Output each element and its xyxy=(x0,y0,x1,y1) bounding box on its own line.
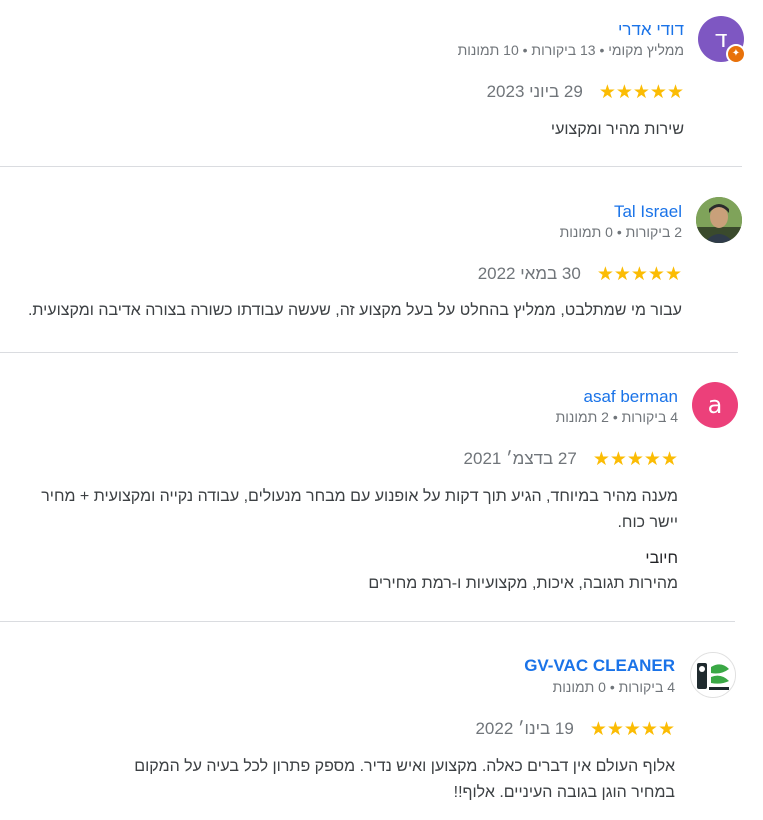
avatar[interactable] xyxy=(690,652,736,698)
reviewer-name[interactable]: asaf berman xyxy=(584,387,679,407)
star-rating: ★★★★★ xyxy=(596,263,682,285)
reviewer-meta[interactable]: 4 ביקורות • 2 תמונות xyxy=(556,409,678,425)
rating-row: ★★★★★ 19 בינו׳ 2022 xyxy=(475,719,675,739)
divider xyxy=(0,621,735,622)
review-text-line: במחיר הוגן בגובה העיניים. אלוף!! xyxy=(453,784,675,801)
review-date: 27 בדצמ׳ 2021 xyxy=(463,449,577,468)
star-rating: ★★★★★ xyxy=(592,448,678,470)
rating-row: ★★★★★ 27 בדצמ׳ 2021 xyxy=(464,449,678,469)
avatar[interactable]: a xyxy=(692,382,738,428)
review-date: 29 ביוני 2023 xyxy=(486,82,583,101)
star-rating: ★★★★★ xyxy=(589,718,675,740)
positive-text: מהירות תגובה, איכות, מקצועיות ו-רמת מחיר… xyxy=(368,575,678,592)
avatar-photo-icon xyxy=(696,197,742,243)
review-text-line: מענה מהיר במיוחד, הגיע תוך דקות על אופנו… xyxy=(41,488,678,505)
review-date: 19 בינו׳ 2022 xyxy=(475,719,574,738)
avatar[interactable]: ד ✦ xyxy=(698,16,746,64)
review-text: שירות מהיר ומקצועי xyxy=(550,121,684,138)
review-text: עבור מי שמתלבט, ממליץ בהחלט על בעל מקצוע… xyxy=(27,302,682,319)
gv-vac-logo-icon xyxy=(691,653,735,697)
local-guide-badge-icon: ✦ xyxy=(726,44,746,64)
star-rating: ★★★★★ xyxy=(598,81,684,103)
reviewer-meta[interactable]: 2 ביקורות • 0 תמונות xyxy=(560,224,682,240)
avatar-letter: ד xyxy=(714,25,728,53)
reviewer-name[interactable]: Tal Israel xyxy=(614,202,682,222)
divider xyxy=(0,166,742,167)
rating-row: ★★★★★ 29 ביוני 2023 xyxy=(487,82,684,102)
reviewer-meta[interactable]: 4 ביקורות • 0 תמונות xyxy=(553,679,675,695)
reviewer-meta[interactable]: ממליץ מקומי • 13 ביקורות • 10 תמונות xyxy=(458,42,684,58)
rating-row: ★★★★★ 30 במאי 2022 xyxy=(478,264,682,284)
review-date: 30 במאי 2022 xyxy=(477,264,581,283)
positive-label: חיובי xyxy=(645,550,678,567)
divider xyxy=(0,352,738,353)
avatar[interactable] xyxy=(696,197,742,243)
review-text-line: אלוף העולם אין דברים כאלה. מקצוען ואיש נ… xyxy=(134,758,675,775)
review-text-line: יישר כוח. xyxy=(617,514,678,531)
reviewer-name[interactable]: דודי אדרי xyxy=(618,20,684,40)
avatar-letter: a xyxy=(707,391,723,419)
reviewer-name[interactable]: GV-VAC CLEANER xyxy=(524,656,675,676)
